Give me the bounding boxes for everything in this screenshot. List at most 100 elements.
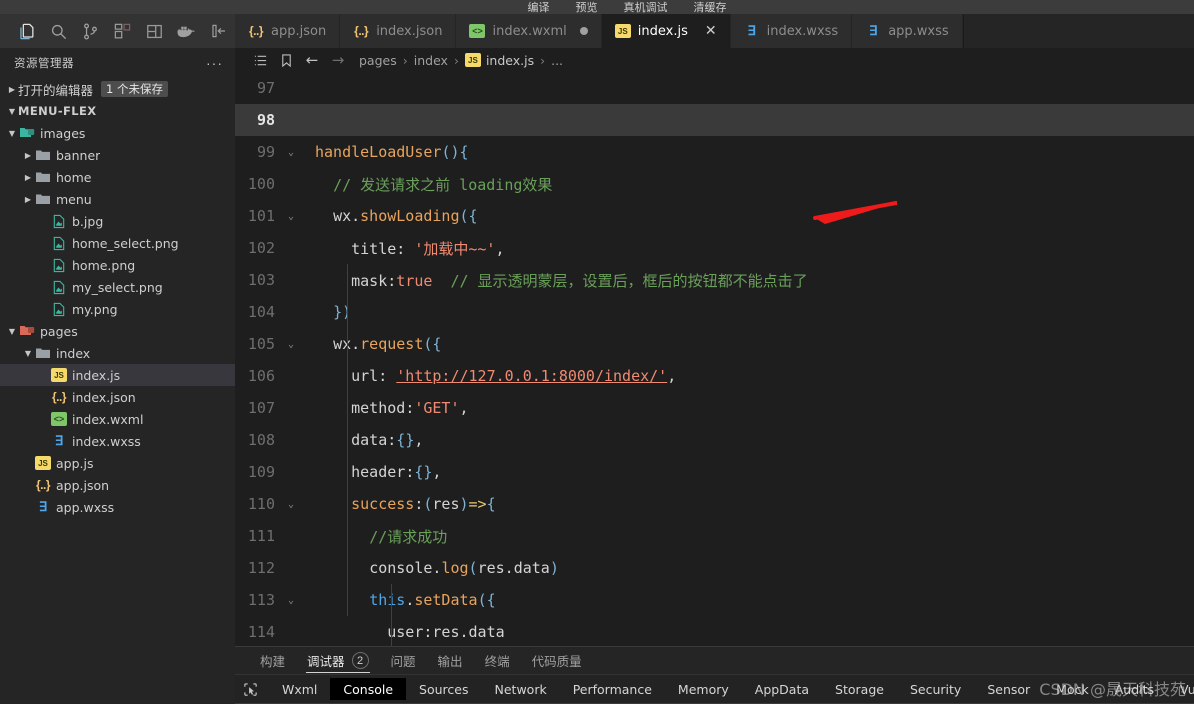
tree-item-index-json[interactable]: ·{..} index.json [0, 386, 235, 408]
devtools-tab-storage[interactable]: Storage [822, 678, 897, 700]
editor-tab-index-wxss[interactable]: ∃ index.wxss [730, 14, 853, 48]
devtools-tab-vulnerability[interactable]: Vulnerability [1167, 678, 1194, 700]
outline-list-icon[interactable] [247, 53, 273, 68]
panel-tab-4[interactable]: 终端 [474, 647, 521, 675]
devtools-tab-memory[interactable]: Memory [665, 678, 742, 700]
editor-tab-index-js[interactable]: JS index.js ✕ [601, 14, 731, 48]
code-line-100[interactable]: 100 // 发送请求之前 loading效果 [235, 168, 1194, 200]
chevron-down-icon[interactable]: ▼ [6, 100, 18, 122]
chevron-right-icon[interactable]: ▶ [22, 166, 34, 188]
fold-toggle-icon[interactable]: ⌄ [283, 147, 299, 158]
breadcrumb-item-pages[interactable]: pages [359, 53, 397, 68]
explorer-icon[interactable] [10, 16, 42, 46]
code-line-101[interactable]: 101 ⌄ wx.showLoading({ [235, 200, 1194, 232]
tree-item-home[interactable]: ▶ home [0, 166, 235, 188]
editor-tab-index-json[interactable]: {..} index.json [340, 14, 457, 48]
layout-panel-icon[interactable] [138, 16, 170, 46]
tree-item-my-png[interactable]: · my.png [0, 298, 235, 320]
devtools-tab-sources[interactable]: Sources [406, 678, 481, 700]
tree-item-menu[interactable]: ▶ menu [0, 188, 235, 210]
tree-item-index-js[interactable]: ·JS index.js [0, 364, 235, 386]
chevron-down-icon[interactable]: ▼ [6, 320, 18, 342]
code-line-111[interactable]: 111 //请求成功 [235, 520, 1194, 552]
tree-item-pages[interactable]: ▼ pages [0, 320, 235, 342]
code-line-104[interactable]: 104 }) [235, 296, 1194, 328]
tab-close-icon[interactable]: ✕ [705, 24, 717, 38]
tree-item-index-wxml[interactable]: ·<> index.wxml [0, 408, 235, 430]
chevron-right-icon[interactable]: ▶ [6, 78, 18, 100]
code-editor[interactable]: 97 98 99 ⌄ handleLoadUser(){100 // 发送请求之前 lo… [235, 72, 1194, 646]
devtools-tab-mock[interactable]: Mock [1043, 678, 1102, 700]
fold-toggle-icon[interactable]: ⌄ [283, 211, 299, 222]
menu-item-compile[interactable]: 编译 [528, 2, 550, 13]
explorer-more-icon[interactable]: ··· [206, 56, 223, 70]
tree-item-app-wxss[interactable]: · ∃ app.wxss [0, 496, 235, 518]
fold-toggle-icon[interactable]: ⌄ [283, 595, 299, 606]
editor-tab-index-wxml[interactable]: <> index.wxml [456, 14, 602, 48]
menu-item-preview[interactable]: 预览 [576, 2, 598, 13]
project-root-row[interactable]: ▼ MENU-FLEX [0, 100, 235, 122]
devtools-tab-network[interactable]: Network [482, 678, 560, 700]
fold-toggle-icon[interactable]: ⌄ [283, 339, 299, 350]
devtools-tab-sensor[interactable]: Sensor [974, 678, 1043, 700]
code-line-113[interactable]: 113 ⌄ this.setData({ [235, 584, 1194, 616]
devtools-tab-performance[interactable]: Performance [560, 678, 665, 700]
element-picker-icon[interactable] [243, 675, 258, 704]
docker-icon[interactable] [170, 16, 202, 46]
breadcrumb-item-file[interactable]: index.js [486, 53, 534, 68]
collapse-sidebar-icon[interactable] [203, 16, 235, 46]
breadcrumb-item-more[interactable]: ... [551, 53, 563, 68]
chevron-right-icon[interactable]: ▶ [22, 144, 34, 166]
menu-item-clear-cache[interactable]: 清缓存 [694, 2, 727, 13]
code-line-106[interactable]: 106 url: 'http://127.0.0.1:8000/index/', [235, 360, 1194, 392]
code-line-99[interactable]: 99 ⌄ handleLoadUser(){ [235, 136, 1194, 168]
breadcrumb-item-index[interactable]: index [414, 53, 448, 68]
nav-back-icon[interactable]: ← [299, 51, 325, 69]
code-line-98[interactable]: 98 [235, 104, 1194, 136]
devtools-tab-wxml[interactable]: Wxml [269, 678, 330, 700]
devtools-tab-appdata[interactable]: AppData [742, 678, 822, 700]
bookmark-icon[interactable] [273, 53, 299, 68]
open-editors-row[interactable]: ▶ 打开的编辑器 1 个未保存 [0, 78, 235, 100]
chevron-down-icon[interactable]: ▼ [22, 342, 34, 364]
tree-item-images[interactable]: ▼ images [0, 122, 235, 144]
code-line-108[interactable]: 108 data:{}, [235, 424, 1194, 456]
editor-tab-app-json[interactable]: {..} app.json [235, 14, 341, 48]
panel-tab-5[interactable]: 代码质量 [521, 647, 593, 675]
code-line-107[interactable]: 107 method:'GET', [235, 392, 1194, 424]
panel-tab-3[interactable]: 输出 [427, 647, 474, 675]
code-line-109[interactable]: 109 header:{}, [235, 456, 1194, 488]
panel-tab-2[interactable]: 问题 [380, 647, 427, 675]
code-line-110[interactable]: 110 ⌄ success:(res)=>{ [235, 488, 1194, 520]
code-line-103[interactable]: 103 mask:true // 显示透明蒙层，设置后，框后的按钮都不能点击了 [235, 264, 1194, 296]
editor-tab-app-wxss[interactable]: ∃ app.wxss [852, 14, 963, 48]
tree-item-app-json[interactable]: ·{..} app.json [0, 474, 235, 496]
tree-item-banner[interactable]: ▶ banner [0, 144, 235, 166]
devtools-tab-security[interactable]: Security [897, 678, 974, 700]
tree-item-index[interactable]: ▼ index [0, 342, 235, 364]
code-line-112[interactable]: 112 console.log(res.data) [235, 552, 1194, 584]
code-line-97[interactable]: 97 [235, 72, 1194, 104]
file-tree[interactable]: ▶ 打开的编辑器 1 个未保存 ▼ MENU-FLEX ▼ images ▶ bann… [0, 78, 235, 704]
code-line-114[interactable]: 114 user:res.data [235, 616, 1194, 646]
tab-dirty-indicator[interactable] [579, 27, 588, 35]
fold-toggle-icon[interactable]: ⌄ [283, 499, 299, 510]
tree-item-my-select-png[interactable]: · my_select.png [0, 276, 235, 298]
tree-item-app-js[interactable]: ·JS app.js [0, 452, 235, 474]
tree-item-home-png[interactable]: · home.png [0, 254, 235, 276]
devtools-tab-audits[interactable]: Audits [1102, 678, 1167, 700]
code-line-102[interactable]: 102 title: '加载中~~', [235, 232, 1194, 264]
tree-item-index-wxss[interactable]: · ∃ index.wxss [0, 430, 235, 452]
extensions-icon[interactable] [106, 16, 138, 46]
panel-tab-1[interactable]: 调试器 2 [296, 647, 380, 675]
code-line-105[interactable]: 105 ⌄ wx.request({ [235, 328, 1194, 360]
search-icon[interactable] [42, 16, 74, 46]
tree-item-b-jpg[interactable]: · b.jpg [0, 210, 235, 232]
chevron-down-icon[interactable]: ▼ [6, 122, 18, 144]
nav-forward-icon[interactable]: → [325, 51, 351, 69]
panel-tab-0[interactable]: 构建 [249, 647, 296, 675]
chevron-right-icon[interactable]: ▶ [22, 188, 34, 210]
menu-item-real-device[interactable]: 真机调试 [624, 2, 668, 13]
devtools-tab-console[interactable]: Console [330, 678, 407, 700]
tree-item-home-select-png[interactable]: · home_select.png [0, 232, 235, 254]
